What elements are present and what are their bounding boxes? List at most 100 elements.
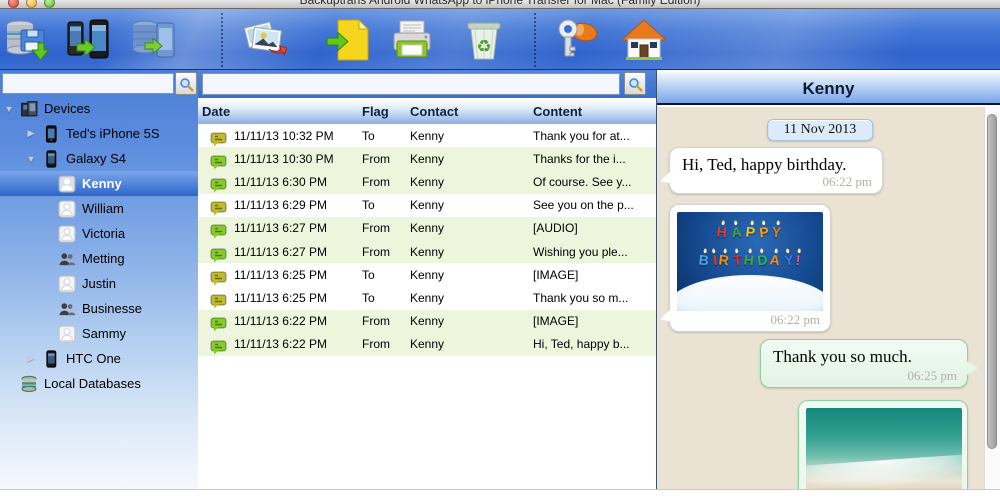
table-row[interactable]: 11/11/13 10:32 PM To Kenny Thank you for… — [198, 124, 656, 147]
wave-foam — [806, 453, 962, 489]
table-search-row — [198, 70, 656, 98]
messages-table-pane: Date Flag Contact Content 11/11/13 10:32… — [198, 70, 656, 489]
tree-item-kenny[interactable]: Kenny — [0, 171, 198, 196]
tree-item-label: Local Databases — [44, 376, 141, 391]
message-bubble-icon — [210, 132, 227, 148]
database-to-phone-transfer-icon[interactable] — [130, 15, 178, 65]
chat-contact-title: Kenny — [657, 72, 1000, 105]
birthday-cake-photo[interactable]: HAPPY BIRTHDAY! — [677, 212, 823, 311]
group-icon — [58, 300, 76, 318]
chat-bubble-incoming-image: HAPPY BIRTHDAY! 06:22 pm — [669, 204, 831, 332]
table-row[interactable]: 11/11/13 6:22 PM From Kenny Hi, Ted, hap… — [198, 333, 656, 356]
table-search-input[interactable] — [202, 73, 620, 95]
tree-item-label: Devices — [44, 101, 90, 116]
chevron-right-icon[interactable]: ▶ — [24, 128, 38, 139]
contact-icon — [58, 175, 76, 193]
table-search-button[interactable] — [624, 72, 646, 95]
sidebar-search-button[interactable] — [175, 72, 197, 95]
export-photos-icon[interactable] — [240, 15, 288, 65]
beach-sand-photo[interactable]: THANK YOU — [806, 408, 962, 489]
toolbar-separator — [221, 13, 223, 67]
table-row[interactable]: 11/11/13 6:25 PM To Kenny Thank you so m… — [198, 286, 656, 309]
column-header-date[interactable]: Date — [198, 104, 362, 119]
export-file-icon[interactable] — [324, 15, 372, 65]
tree-item-justin[interactable]: Justin — [0, 271, 198, 296]
contact-icon — [58, 200, 76, 218]
home-icon[interactable] — [620, 15, 668, 65]
titlebar: Backuptrans Android WhatsApp to iPhone T… — [0, 0, 1000, 9]
device-tree: ▼ Devices ▶ Ted's iPhone 5S — [0, 96, 198, 489]
print-icon[interactable] — [388, 15, 436, 65]
table-row[interactable]: 11/11/13 10:30 PM From Kenny Thanks for … — [198, 147, 656, 170]
table-row[interactable]: 11/11/13 6:29 PM To Kenny See you on the… — [198, 194, 656, 217]
tree-item-label: Sammy — [82, 326, 126, 341]
tree-item-galaxy-s4[interactable]: ▼ Galaxy S4 — [0, 146, 198, 171]
message-bubble-icon — [210, 201, 227, 217]
tree-item-label: Kenny — [82, 176, 122, 191]
search-icon — [179, 77, 194, 92]
toolbar: ♻ — [0, 9, 1000, 70]
tree-item-sammy[interactable]: Sammy — [0, 321, 198, 346]
message-bubble-icon — [210, 178, 227, 194]
cake-text-happy: HAPPY — [677, 220, 823, 239]
sidebar-search-row — [0, 70, 198, 97]
tree-item-devices[interactable]: ▼ Devices — [0, 96, 198, 121]
bubble-tail — [965, 360, 978, 376]
chevron-right-icon[interactable]: ▶ — [24, 353, 38, 364]
recycle-bin-icon[interactable]: ♻ — [460, 15, 508, 65]
message-time: 06:25 pm — [908, 368, 957, 384]
tree-item-label: Galaxy S4 — [66, 151, 126, 166]
table-row[interactable]: 11/11/13 6:22 PM From Kenny [IMAGE] — [198, 310, 656, 333]
chevron-down-icon[interactable]: ▼ — [24, 154, 38, 164]
table-row[interactable]: 11/11/13 6:25 PM To Kenny [IMAGE] — [198, 263, 656, 286]
chevron-down-icon[interactable]: ▼ — [2, 104, 16, 114]
chat-body: 11 Nov 2013 Hi, Ted, happy birthday. 06:… — [657, 107, 1000, 489]
toolbar-separator — [534, 13, 536, 67]
tree-item-label: Ted's iPhone 5S — [66, 126, 160, 141]
contact-icon — [58, 325, 76, 343]
tree-item-businesse[interactable]: Businesse — [0, 296, 198, 321]
table-row[interactable]: 11/11/13 6:27 PM From Kenny Wishing you … — [198, 240, 656, 263]
tree-item-local-databases[interactable]: Local Databases — [0, 371, 198, 396]
chat-scrollbar-thumb[interactable] — [987, 114, 997, 449]
column-header-contact[interactable]: Contact — [410, 104, 533, 119]
tree-item-teds-iphone-5s[interactable]: ▶ Ted's iPhone 5S — [0, 121, 198, 146]
devices-icon — [20, 100, 38, 118]
column-header-flag[interactable]: Flag — [362, 104, 410, 119]
tree-item-label: Businesse — [82, 301, 142, 316]
chat-bubble-outgoing: Thank you so much. 06:25 pm — [760, 339, 968, 388]
android-phone-icon — [42, 150, 60, 168]
message-bubble-icon — [210, 271, 227, 287]
window-title: Backuptrans Android WhatsApp to iPhone T… — [0, 0, 1000, 7]
tree-item-label: HTC One — [66, 351, 121, 366]
bubble-tail — [660, 169, 673, 184]
chat-date-badge: 11 Nov 2013 — [767, 119, 874, 141]
table-row[interactable]: 11/11/13 6:30 PM From Kenny Of course. S… — [198, 170, 656, 193]
phone-to-phone-transfer-icon[interactable] — [64, 15, 112, 65]
tree-item-htc-one[interactable]: ▶ HTC One — [0, 346, 198, 371]
svg-text:♻: ♻ — [476, 37, 491, 56]
database-icon — [20, 375, 38, 393]
tree-item-label: William — [82, 201, 124, 216]
table-header: Date Flag Contact Content — [198, 100, 656, 124]
message-time: 06:22 pm — [823, 174, 872, 190]
android-phone-icon — [42, 350, 60, 368]
license-key-icon[interactable] — [554, 15, 602, 65]
cake-text-birthday: BIRTHDAY! — [677, 248, 823, 267]
chat-bubble-outgoing-image: THANK YOU — [798, 400, 968, 489]
chat-preview-pane: Kenny 11 Nov 2013 Hi, Ted, happy birthda… — [656, 70, 1000, 489]
tree-item-metting[interactable]: Metting — [0, 246, 198, 271]
backup-database-icon[interactable] — [4, 15, 52, 65]
tree-item-william[interactable]: William — [0, 196, 198, 221]
cake — [677, 275, 823, 311]
table-rows: 11/11/13 10:32 PM To Kenny Thank you for… — [198, 124, 656, 356]
message-bubble-icon — [210, 224, 227, 240]
sidebar-search-input[interactable] — [2, 73, 174, 94]
tree-item-victoria[interactable]: Victoria — [0, 221, 198, 246]
bubble-tail — [660, 307, 673, 322]
device-sidebar: ▼ Devices ▶ Ted's iPhone 5S — [0, 70, 198, 489]
column-header-content[interactable]: Content — [533, 104, 656, 119]
message-bubble-icon — [210, 340, 227, 356]
chat-scrollbar-track — [984, 107, 1000, 489]
table-row[interactable]: 11/11/13 6:27 PM From Kenny [AUDIO] — [198, 217, 656, 240]
